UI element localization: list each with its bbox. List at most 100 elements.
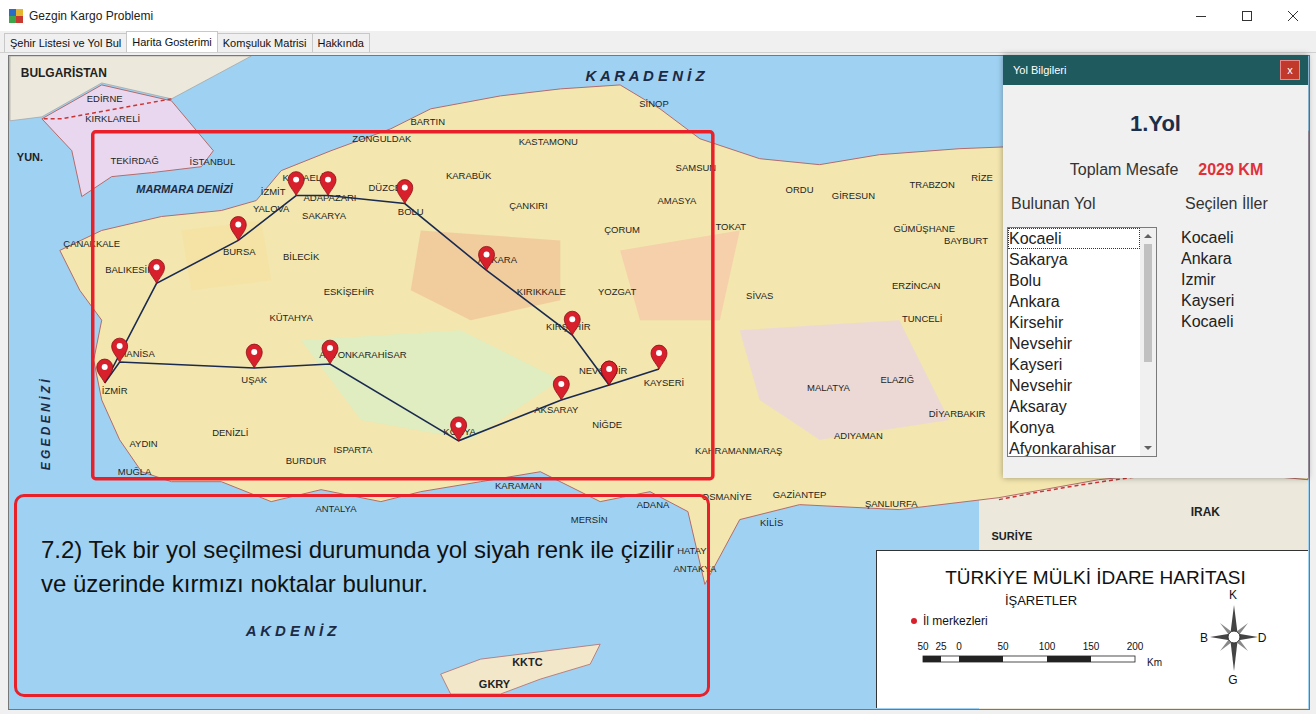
tab-strip: Şehir Listesi ve Yol BulHarita Gosterimi… [0, 31, 1316, 53]
tab[interactable]: Hakkında [312, 33, 370, 52]
scrollbar[interactable] [1140, 228, 1156, 456]
city-dot-icon [911, 618, 917, 624]
route-item[interactable]: Nevsehir [1008, 375, 1140, 396]
city-label: AKSARAY [534, 404, 579, 415]
close-button[interactable] [1270, 0, 1316, 31]
route-item[interactable]: Nevsehir [1008, 333, 1140, 354]
pin-marker[interactable] [601, 361, 617, 385]
city-label: GAZİANTEP [773, 489, 827, 500]
compass-icon: KBDG [1198, 587, 1270, 687]
city-label: YOZGAT [598, 286, 636, 297]
chosen-label: Seçilen İller [1181, 195, 1268, 213]
pin-marker[interactable] [553, 376, 569, 400]
pin-marker[interactable] [112, 338, 128, 362]
found-route-list[interactable]: KocaeliSakaryaBoluAnkaraKirsehirNevsehir… [1007, 227, 1157, 457]
chosen-city: Kocaeli [1181, 227, 1268, 248]
region-label: GKRY [479, 678, 511, 690]
route-title: 1.Yol [1007, 111, 1304, 137]
route-item[interactable]: Sakarya [1008, 249, 1140, 270]
maximize-button[interactable] [1224, 0, 1270, 31]
route-item[interactable]: Afyonkarahisar [1008, 438, 1140, 456]
city-label: DÜZCE [369, 182, 402, 193]
chosen-city: Izmir [1181, 269, 1268, 290]
route-item[interactable]: Bolu [1008, 270, 1140, 291]
tab[interactable]: Komşuluk Matrisi [217, 33, 313, 52]
pin-marker[interactable] [149, 259, 165, 283]
city-label: ELAZIĞ [880, 374, 914, 385]
pin-marker[interactable] [479, 246, 495, 270]
pin-marker[interactable] [246, 344, 262, 368]
route-item[interactable]: Kocaeli [1008, 228, 1140, 249]
city-label: TUNCELİ [902, 313, 943, 324]
city-label: MUĞLA [118, 466, 152, 477]
pin-marker[interactable] [564, 311, 580, 335]
route-item[interactable]: Kayseri [1008, 354, 1140, 375]
city-label: KİLİS [760, 517, 783, 528]
city-label: MERSİN [571, 514, 608, 525]
map-legend: TÜRKİYE MÜLKİ İDARE HARİTASI İŞARETLER İ… [876, 550, 1308, 708]
city-label: ADANA [637, 499, 670, 510]
city-label: GİRESUN [832, 190, 875, 201]
route-item[interactable]: Aksaray [1008, 396, 1140, 417]
chosen-city-list: KocaeliAnkaraIzmirKayseriKocaeli [1181, 227, 1268, 332]
legend-subtitle: İŞARETLER [891, 593, 1191, 608]
region-label: SURİYE [992, 530, 1033, 542]
city-label: SİVAS [746, 290, 773, 301]
thrace-land [42, 85, 213, 197]
route-item[interactable]: Ankara [1008, 291, 1140, 312]
city-label: ESKİŞEHİR [324, 286, 375, 297]
tab[interactable]: Şehir Listesi ve Yol Bul [4, 33, 127, 52]
city-label: ÇANKIRI [509, 200, 547, 211]
region-label: KKTC [512, 656, 543, 668]
scroll-down-icon[interactable] [1144, 446, 1152, 450]
city-label: RİZE [971, 172, 993, 183]
city-label: KÜTAHYA [269, 312, 313, 323]
pin-marker[interactable] [288, 172, 304, 196]
city-label: BOLU [398, 206, 424, 217]
scale-bar: 5025050100150200Km [915, 636, 1165, 676]
province-area [411, 230, 561, 320]
city-label: İZMİR [102, 385, 128, 396]
pin-marker[interactable] [320, 172, 336, 196]
compass-letter: G [1228, 673, 1237, 687]
tab[interactable]: Harita Gosterimi [126, 31, 217, 52]
compass-letter: B [1200, 631, 1208, 645]
city-label: SAMSUN [676, 162, 717, 173]
city-label: BİLECİK [283, 251, 320, 262]
pin-marker[interactable] [322, 340, 338, 364]
pin-marker[interactable] [97, 359, 113, 383]
annotation-box: 7.2) Tek bir yol seçilmesi durumunda yol… [14, 494, 710, 697]
region-label: MARMARA DENİZİ [136, 183, 233, 195]
route-item[interactable]: Konya [1008, 417, 1140, 438]
city-label: KARABÜK [446, 170, 492, 181]
pin-marker[interactable] [397, 180, 413, 204]
chosen-city: Ankara [1181, 248, 1268, 269]
distance-value: 2029 KM [1198, 161, 1263, 179]
scale-label: 0 [956, 641, 962, 652]
minimize-button[interactable] [1178, 0, 1224, 31]
route-item[interactable]: Kirsehir [1008, 312, 1140, 333]
scale-label: 50 [917, 641, 929, 652]
route-line [105, 196, 659, 441]
province-area [620, 230, 740, 320]
sea [10, 56, 1308, 709]
city-label: ADIYAMAN [834, 430, 883, 441]
window-title: Gezgin Kargo Problemi [29, 9, 1178, 23]
scale-label: 100 [1039, 641, 1056, 652]
scroll-up-icon[interactable] [1144, 234, 1152, 238]
city-label: ISPARTA [333, 444, 373, 455]
panel-header: Yol Bilgileri x [1003, 55, 1308, 85]
region-label: YUN. [17, 151, 43, 163]
city-label: ZONGULDAK [352, 133, 412, 144]
pin-marker[interactable] [451, 417, 467, 441]
pin-marker[interactable] [230, 217, 246, 241]
pin-marker[interactable] [651, 345, 667, 369]
pin-marker[interactable] [601, 361, 617, 385]
city-label: TEKİRDAĞ [110, 155, 158, 166]
compass-letter: K [1229, 588, 1237, 602]
scroll-thumb[interactable] [1144, 244, 1152, 362]
city-label: BURSA [223, 246, 256, 257]
distance-label: Toplam Mesafe [1070, 161, 1179, 179]
city-label: TOKAT [715, 221, 746, 232]
panel-close-button[interactable]: x [1280, 60, 1300, 80]
